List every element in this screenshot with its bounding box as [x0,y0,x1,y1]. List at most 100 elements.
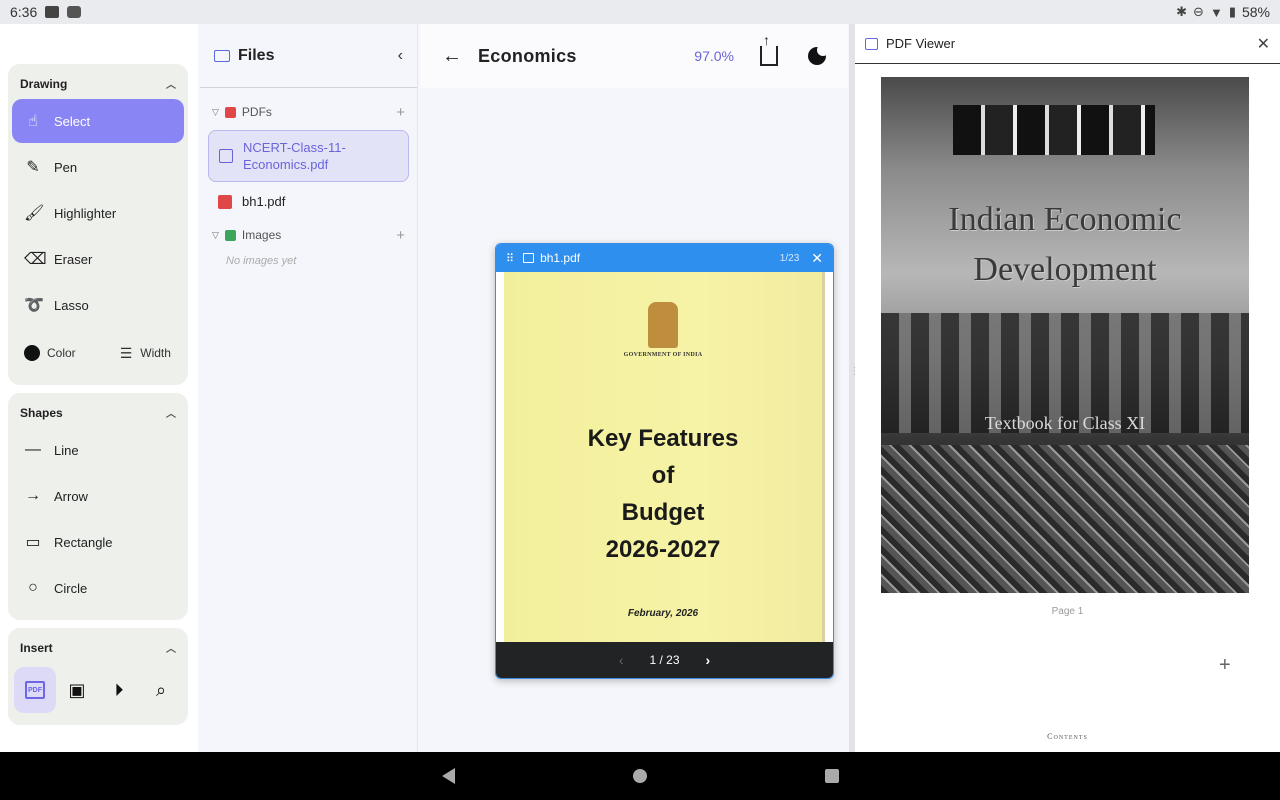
collapse-panel-icon[interactable]: ‹ [398,47,403,65]
nav-home-icon[interactable] [632,769,647,783]
shape-rectangle[interactable]: ▭ Rectangle [12,520,184,564]
next-page-icon[interactable]: › [706,652,711,668]
insert-section: Insert ︿ PDF ▣ ⏵ ⌕ [8,628,188,725]
drawing-section-title: Drawing [20,76,68,91]
insert-image-button[interactable]: ▣ [56,667,98,713]
image-icon [224,229,236,241]
shapes-section-header[interactable]: Shapes ︿ [12,399,184,428]
drag-handle-icon[interactable]: ⠿ [506,252,514,265]
arrow-icon: → [25,487,41,504]
add-image-icon[interactable]: + [396,227,405,244]
pdf-icon [865,37,878,50]
tool-label: Lasso [54,297,89,313]
images-empty-note: No images yet [226,255,297,267]
tool-eraser[interactable]: ⌫ Eraser [12,237,184,281]
drawing-section-header[interactable]: Drawing ︿ [12,70,184,99]
tool-highlighter[interactable]: 🖌 Highlighter [12,191,184,235]
add-pdf-icon[interactable]: + [396,104,405,121]
pdfs-group-label: PDFs [241,105,272,119]
pdf-viewer-title: PDF Viewer [886,36,956,51]
status-time: 6:36 [10,4,38,20]
nav-recents-icon[interactable] [824,769,839,783]
drawing-section: Drawing ︿ ☝ Select ✎ Pen 🖌 Highlighter ⌫… [8,64,188,385]
highlighter-icon: 🖌 [24,205,45,222]
dnd-icon: ⊖ [1193,4,1204,19]
pdfs-group[interactable]: ▽ PDFs + [200,94,417,130]
lasso-icon: ➰ [24,297,44,314]
youtube-icon [67,6,82,18]
web-search-icon: ⌕ [155,679,167,700]
pdf-file-icon [219,149,233,163]
shape-line[interactable]: — Line [12,428,184,472]
files-title: Files [238,46,275,64]
prev-page-icon[interactable]: ‹ [619,652,624,668]
files-header: Files ‹ [200,24,417,88]
page-gov-text: GOVERNMENT OF INDIA [623,352,703,358]
page-title-line: Key Features [587,425,739,452]
nav-back-icon[interactable] [441,768,455,784]
battery-level: 58% [1241,4,1270,20]
share-icon[interactable] [760,32,778,66]
wifi-icon: ▼ [1209,4,1223,20]
shape-arrow[interactable]: → Arrow [12,474,184,518]
images-group[interactable]: ▽ Images + [200,217,417,253]
tool-label: Eraser [54,251,93,267]
tool-label: Pen [54,159,78,175]
pdf-icon: PDF [25,681,45,699]
rectangle-icon: ▭ [25,534,41,551]
circle-icon: ○ [28,579,38,596]
tool-label: Circle [54,580,88,596]
width-button[interactable]: Width [140,346,171,360]
file-name: bh1.pdf [242,194,286,209]
floating-pdf-header[interactable]: ⠿ bh1.pdf 1/23 ✕ [496,244,833,272]
insert-section-header[interactable]: Insert ︿ [12,634,184,663]
cover-logo-strip [953,105,1155,155]
file-item-ncert[interactable]: NCERT-Class-11-Economics.pdf [208,130,409,182]
chevron-down-icon: ▽ [212,106,219,117]
battery-icon: ▮ [1228,4,1236,19]
tool-pen[interactable]: ✎ Pen [12,145,184,189]
eraser-icon: ⌫ [24,251,47,268]
folder-icon [214,49,230,62]
shape-circle[interactable]: ○ Circle [12,566,184,610]
tool-label: Highlighter [54,205,117,221]
color-button[interactable]: Color [47,346,76,360]
cover-subtitle: Textbook for Class XI [984,413,1146,433]
dark-mode-icon[interactable] [808,44,829,65]
cover-title-line: Indian Economic [948,201,1182,238]
notebook-title: Economics [478,45,577,66]
floating-pdf-filename: bh1.pdf [540,251,581,265]
pdf-icon [523,253,535,263]
floating-pdf-window[interactable]: ⠿ bh1.pdf 1/23 ✕ GOVERNMENT OF INDIA Key… [495,243,834,679]
pdf-viewer-panel: PDF Viewer ✕ Indian Economic Development… [855,24,1280,752]
page-title: Key Features of Budget 2026-2027 [504,420,822,568]
page-title-line: 2026-2027 [605,536,721,563]
page-date: February, 2026 [627,608,699,619]
pen-icon: ✎ [26,159,40,176]
chevron-up-icon: ︿ [166,409,176,420]
tool-select[interactable]: ☝ Select [12,99,184,143]
back-arrow-icon[interactable]: ← [442,45,462,68]
play-circle-icon: ⏵ [114,679,124,700]
tools-panel: Drawing ︿ ☝ Select ✎ Pen 🖌 Highlighter ⌫… [0,24,198,752]
status-bar: 6:36 ✱ ⊖ ▼ ▮ 58% [0,0,1280,24]
zoom-level[interactable]: 97.0% [694,48,734,64]
chevron-up-icon: ︿ [166,644,176,655]
page-title-line: of [651,462,675,489]
close-icon[interactable]: ✕ [811,250,823,267]
page-label: Page 1 [1051,606,1084,617]
book-cover-page[interactable]: Indian Economic Development Textbook for… [881,77,1249,593]
insert-video-button[interactable]: ⏵ [98,667,140,713]
close-icon[interactable]: ✕ [1257,34,1270,54]
floating-pdf-page: GOVERNMENT OF INDIA Key Features of Budg… [504,272,825,644]
line-icon: — [25,441,41,458]
file-item-bh1[interactable]: bh1.pdf [208,186,409,217]
add-page-icon[interactable]: + [1219,654,1231,677]
pdf-viewer-header: PDF Viewer ✕ [855,24,1280,64]
insert-web-button[interactable]: ⌕ [140,667,182,713]
insert-pdf-button[interactable]: PDF [14,667,56,713]
insert-buttons: PDF ▣ ⏵ ⌕ [12,663,184,717]
tool-lasso[interactable]: ➰ Lasso [12,283,184,327]
color-swatch[interactable] [24,345,40,361]
floating-pdf-page-count: 1/23 [779,252,800,264]
